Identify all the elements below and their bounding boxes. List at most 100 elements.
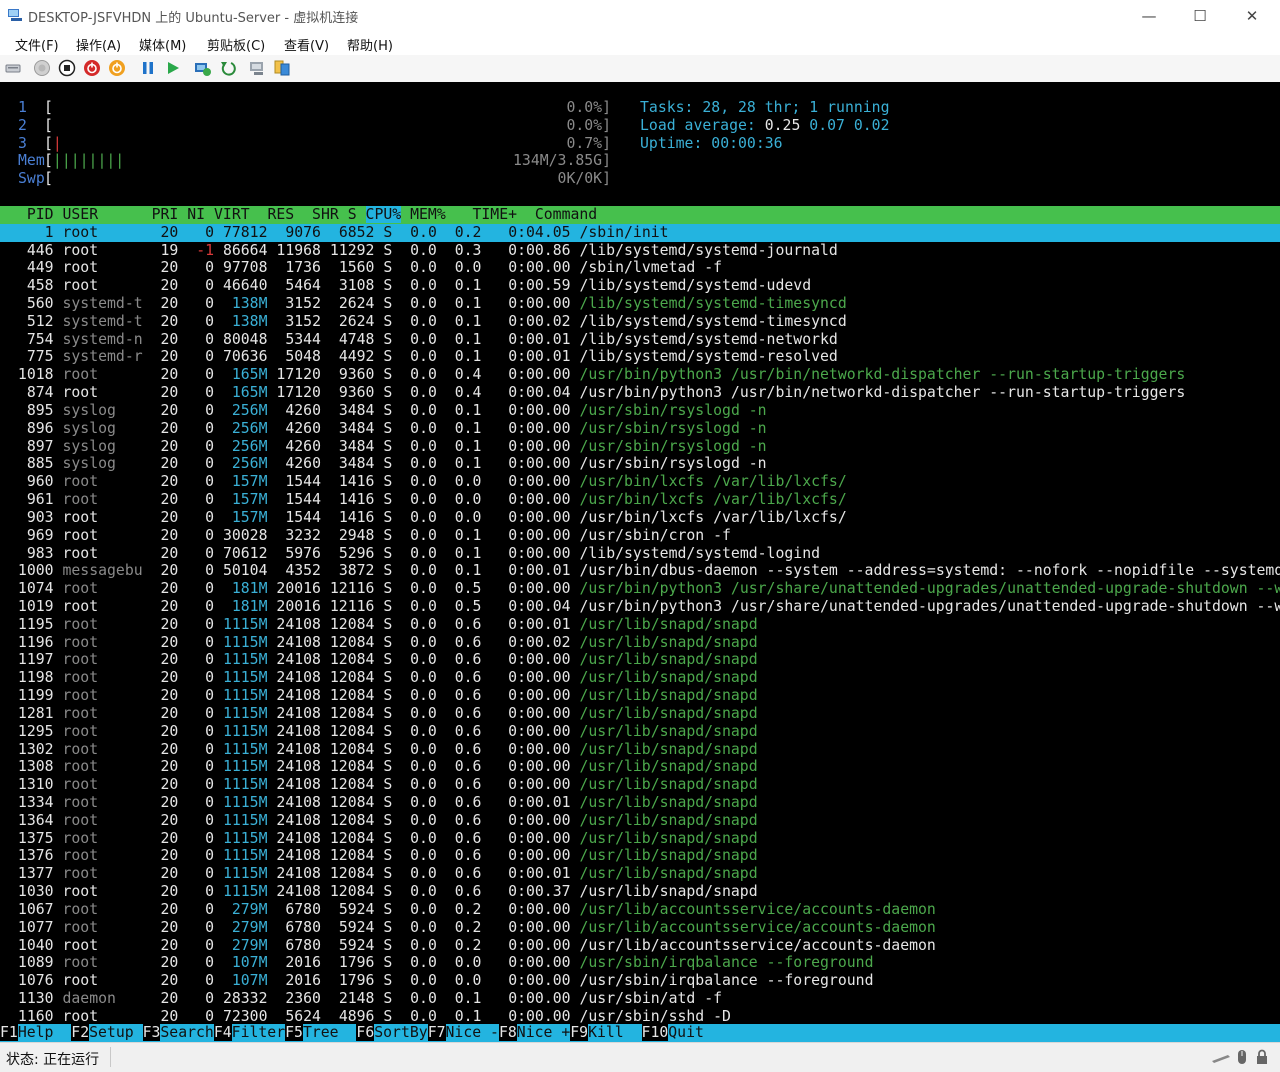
process-row[interactable]: 1076 root 20 0 107M 2016 1796 S 0.0 0.0 … — [0, 972, 1280, 990]
function-key-f6[interactable]: F6 — [356, 1024, 375, 1042]
process-row[interactable]: 1376 root 20 0 1115M 24108 12084 S 0.0 0… — [0, 847, 1280, 865]
process-row[interactable]: 903 root 20 0 157M 1544 1416 S 0.0 0.0 0… — [0, 509, 1280, 527]
function-key-f1[interactable]: F1 — [0, 1024, 18, 1042]
column-time[interactable]: TIME+ — [472, 206, 517, 223]
function-key-f5[interactable]: F5 — [285, 1024, 303, 1042]
process-row[interactable]: 1198 root 20 0 1115M 24108 12084 S 0.0 0… — [0, 669, 1280, 687]
process-row[interactable]: 1018 root 20 0 165M 17120 9360 S 0.0 0.4… — [0, 366, 1280, 384]
process-row[interactable]: 874 root 20 0 165M 17120 9360 S 0.0 0.4 … — [0, 384, 1280, 402]
menu-action[interactable]: 操作(A) — [76, 35, 121, 54]
function-key-label[interactable]: Help — [17, 1024, 72, 1042]
process-row[interactable]: 983 root 20 0 70612 5976 5296 S 0.0 0.1 … — [0, 545, 1280, 563]
power-save-icon[interactable] — [108, 59, 126, 77]
function-key-f9[interactable]: F9 — [570, 1024, 589, 1042]
column-mem[interactable]: MEM% — [410, 206, 446, 223]
cell-pad — [446, 580, 455, 597]
process-row[interactable]: 885 syslog 20 0 256M 4260 3484 S 0.0 0.1… — [0, 455, 1280, 473]
resume-icon[interactable] — [164, 59, 182, 77]
menu-media[interactable]: 媒体(M) — [139, 35, 186, 54]
function-key-f8[interactable]: F8 — [498, 1024, 517, 1042]
function-key-f10[interactable]: F10 — [641, 1024, 669, 1042]
column-res[interactable]: RES — [267, 206, 294, 223]
process-row[interactable]: 512 systemd-t 20 0 138M 3152 2624 S 0.0 … — [0, 313, 1280, 331]
process-row[interactable]: 1000 messagebu 20 0 50104 4352 3872 S 0.… — [0, 562, 1280, 580]
column-s[interactable]: S — [348, 206, 357, 223]
function-key-label[interactable]: Nice + — [516, 1024, 571, 1042]
function-key-f4[interactable]: F4 — [213, 1024, 232, 1042]
function-key-label[interactable]: Kill — [588, 1024, 642, 1042]
pause-icon[interactable] — [139, 59, 157, 77]
process-row[interactable]: 1040 root 20 0 279M 6780 5924 S 0.0 0.2 … — [0, 937, 1280, 955]
process-row[interactable]: 1375 root 20 0 1115M 24108 12084 S 0.0 0… — [0, 830, 1280, 848]
process-row[interactable]: 560 systemd-t 20 0 138M 3152 2624 S 0.0 … — [0, 295, 1280, 313]
process-row[interactable]: 1364 root 20 0 1115M 24108 12084 S 0.0 0… — [0, 812, 1280, 830]
share-icon[interactable] — [273, 59, 291, 77]
process-row[interactable]: 1195 root 20 0 1115M 24108 12084 S 0.0 0… — [0, 616, 1280, 634]
process-row[interactable]: 897 syslog 20 0 256M 4260 3484 S 0.0 0.1… — [0, 438, 1280, 456]
process-row[interactable]: 1308 root 20 0 1115M 24108 12084 S 0.0 0… — [0, 758, 1280, 776]
process-row[interactable]: 458 root 20 0 46640 5464 3108 S 0.0 0.1 … — [0, 277, 1280, 295]
process-row[interactable]: 1067 root 20 0 279M 6780 5924 S 0.0 0.2 … — [0, 901, 1280, 919]
function-key-label[interactable]: Quit — [668, 1024, 704, 1042]
menu-file[interactable]: 文件(F) — [15, 35, 59, 54]
process-row[interactable]: 1089 root 20 0 107M 2016 1796 S 0.0 0.0 … — [0, 954, 1280, 972]
column-pid[interactable]: PID — [27, 206, 54, 223]
function-key-f7[interactable]: F7 — [427, 1024, 446, 1042]
process-row[interactable]: 1197 root 20 0 1115M 24108 12084 S 0.0 0… — [0, 651, 1280, 669]
column-user[interactable]: USER — [62, 206, 98, 223]
start-icon[interactable] — [33, 59, 51, 77]
process-row[interactable]: 1199 root 20 0 1115M 24108 12084 S 0.0 0… — [0, 687, 1280, 705]
process-row[interactable]: 446 root 19 -1 86664 11968 11292 S 0.0 0… — [0, 242, 1280, 260]
process-row[interactable]: 961 root 20 0 157M 1544 1416 S 0.0 0.0 0… — [0, 491, 1280, 509]
process-row[interactable]: 1 root 20 0 77812 9076 6852 S 0.0 0.2 0:… — [0, 223, 1280, 242]
function-key-label[interactable]: Nice - — [445, 1024, 499, 1042]
menu-view[interactable]: 查看(V) — [284, 35, 329, 54]
process-row[interactable]: 1196 root 20 0 1115M 24108 12084 S 0.0 0… — [0, 634, 1280, 652]
process-row[interactable]: 1160 root 20 0 72300 5624 4896 S 0.0 0.1… — [0, 1008, 1280, 1026]
minimize-button[interactable]: — — [1126, 0, 1172, 32]
process-row[interactable]: 1077 root 20 0 279M 6780 5924 S 0.0 0.2 … — [0, 919, 1280, 937]
enhanced-session-icon[interactable] — [249, 59, 267, 77]
ctrl-alt-del-icon[interactable] — [4, 59, 22, 77]
column-cpu[interactable]: CPU% — [365, 205, 402, 223]
function-key-label[interactable]: Search — [160, 1024, 214, 1042]
function-key-f3[interactable]: F3 — [142, 1024, 161, 1042]
process-row[interactable]: 449 root 20 0 97708 1736 1560 S 0.0 0.0 … — [0, 259, 1280, 277]
revert-icon[interactable] — [219, 59, 237, 77]
column-shr[interactable]: SHR — [312, 206, 339, 223]
checkpoint-icon[interactable] — [194, 59, 212, 77]
process-row[interactable]: 1302 root 20 0 1115M 24108 12084 S 0.0 0… — [0, 741, 1280, 759]
maximize-button[interactable]: ☐ — [1177, 0, 1223, 32]
function-key-label[interactable]: Setup — [89, 1024, 143, 1042]
process-row[interactable]: 960 root 20 0 157M 1544 1416 S 0.0 0.0 0… — [0, 473, 1280, 491]
column-command[interactable]: Command — [535, 206, 597, 223]
menu-help[interactable]: 帮助(H) — [347, 35, 393, 54]
function-key-label[interactable]: Tree — [302, 1024, 357, 1042]
close-button[interactable]: ✕ — [1229, 0, 1275, 32]
menu-clipboard[interactable]: 剪贴板(C) — [207, 35, 265, 54]
process-row[interactable]: 1334 root 20 0 1115M 24108 12084 S 0.0 0… — [0, 794, 1280, 812]
shutdown-icon[interactable] — [83, 59, 101, 77]
process-row[interactable]: 775 systemd-r 20 0 70636 5048 4492 S 0.0… — [0, 348, 1280, 366]
column-ni[interactable]: NI — [187, 206, 205, 223]
process-row[interactable]: 1281 root 20 0 1115M 24108 12084 S 0.0 0… — [0, 705, 1280, 723]
turn-off-icon[interactable] — [58, 59, 76, 77]
process-row[interactable]: 895 syslog 20 0 256M 4260 3484 S 0.0 0.1… — [0, 402, 1280, 420]
process-row[interactable]: 896 syslog 20 0 256M 4260 3484 S 0.0 0.1… — [0, 420, 1280, 438]
column-pri[interactable]: PRI — [152, 206, 179, 223]
column-virt[interactable]: VIRT — [214, 206, 250, 223]
process-row[interactable]: 1130 daemon 20 0 28332 2360 2148 S 0.0 0… — [0, 990, 1280, 1008]
function-key-label[interactable]: Filter — [231, 1024, 286, 1042]
htop-terminal[interactable]: 1[0.0%] 2[0.0%] 3 [| 0.7%] Mem[|||||||| 134M/3… — [0, 82, 1280, 1042]
process-row[interactable]: 969 root 20 0 30028 3232 2948 S 0.0 0.1 … — [0, 527, 1280, 545]
process-row[interactable]: 754 systemd-n 20 0 80048 5344 4748 S 0.0… — [0, 331, 1280, 349]
process-row[interactable]: 1019 root 20 0 181M 20016 12116 S 0.0 0.… — [0, 598, 1280, 616]
process-row[interactable]: 1377 root 20 0 1115M 24108 12084 S 0.0 0… — [0, 865, 1280, 883]
process-row[interactable]: 1074 root 20 0 181M 20016 12116 S 0.0 0.… — [0, 580, 1280, 598]
process-row[interactable]: 1310 root 20 0 1115M 24108 12084 S 0.0 0… — [0, 776, 1280, 794]
process-row[interactable]: 1030 root 20 0 1115M 24108 12084 S 0.0 0… — [0, 883, 1280, 901]
function-key-label[interactable]: SortBy — [374, 1024, 428, 1042]
function-key-f2[interactable]: F2 — [71, 1024, 90, 1042]
process-row[interactable]: 1295 root 20 0 1115M 24108 12084 S 0.0 0… — [0, 723, 1280, 741]
cell-pad — [446, 366, 455, 383]
